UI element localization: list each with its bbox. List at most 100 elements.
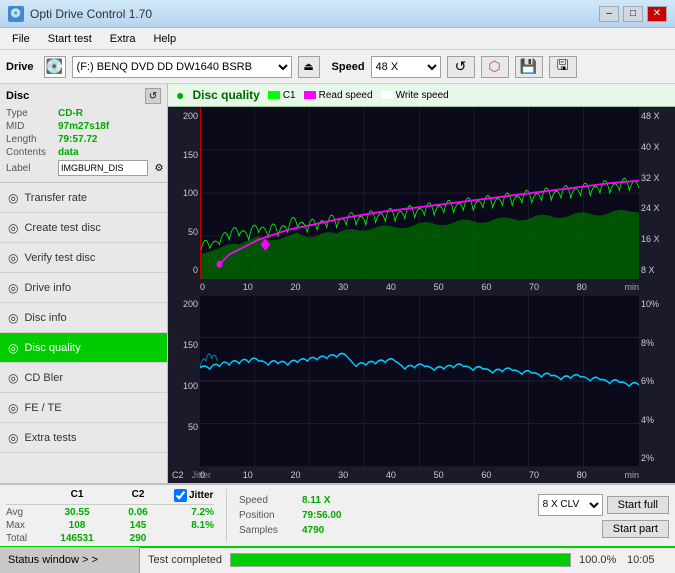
c1-x-axis: 01020304050607080min bbox=[168, 279, 675, 295]
jitter-checkbox[interactable] bbox=[174, 489, 187, 502]
cd-bler-label: CD Bler bbox=[24, 372, 63, 384]
legend-read-speed-color bbox=[304, 91, 316, 99]
sidebar-item-disc-quality[interactable]: ◎ Disc quality bbox=[0, 333, 167, 363]
c1-y-axis: 200 150 100 50 0 bbox=[168, 107, 200, 279]
sidebar-item-fe-te[interactable]: ◎ FE / TE bbox=[0, 393, 167, 423]
title-bar: 💿 Opti Drive Control 1.70 – □ ✕ bbox=[0, 0, 675, 28]
app-icon: 💿 bbox=[8, 6, 24, 22]
create-test-disc-label: Create test disc bbox=[24, 222, 100, 234]
speed-info: Speed 8.11 X Position 79:56.00 Samples 4… bbox=[226, 489, 341, 542]
sidebar-item-create-test-disc[interactable]: ◎ Create test disc bbox=[0, 213, 167, 243]
row-total-jitter bbox=[174, 533, 214, 544]
disc-quality-label: Disc quality bbox=[24, 342, 80, 354]
disc-quality-icon: ◎ bbox=[8, 341, 18, 355]
position-value: 79:56.00 bbox=[302, 510, 341, 521]
erase-button[interactable]: ⬡ bbox=[481, 56, 509, 78]
drive-label: Drive bbox=[6, 61, 34, 73]
status-window-button[interactable]: Status window > > bbox=[0, 547, 140, 573]
row-max-jitter: 8.1% bbox=[174, 520, 214, 531]
main-layout: Disc ↺ Type CD-R MID 97m27s18f Length 79… bbox=[0, 84, 675, 483]
speed-label: Speed bbox=[332, 61, 365, 73]
sidebar-item-cd-bler[interactable]: ◎ CD Bler bbox=[0, 363, 167, 393]
row-max-c1: 108 bbox=[52, 520, 102, 531]
c1-chart-wrapper: 200 150 100 50 0 bbox=[168, 107, 675, 279]
menu-bar: File Start test Extra Help bbox=[0, 28, 675, 50]
sidebar: Disc ↺ Type CD-R MID 97m27s18f Length 79… bbox=[0, 84, 168, 483]
disc-refresh-button[interactable]: ↺ bbox=[145, 88, 161, 104]
row-total-c2: 290 bbox=[118, 533, 158, 544]
position-label: Position bbox=[239, 510, 294, 521]
c2-chart-area bbox=[200, 295, 639, 467]
start-part-button[interactable]: Start part bbox=[602, 520, 669, 538]
c2-y-axis-right: 10% 8% 6% 4% 2% bbox=[639, 295, 675, 467]
disc-label-input[interactable] bbox=[58, 160, 148, 176]
legend-read-speed-label: Read speed bbox=[319, 90, 373, 101]
burn-button[interactable]: 💾 bbox=[515, 56, 543, 78]
start-full-button[interactable]: Start full bbox=[607, 496, 669, 514]
disc-quality-header-icon: ● bbox=[176, 87, 184, 103]
action-area: 8 X CLV16 X CLV24 X CLV32 X CLV Start fu… bbox=[538, 489, 669, 542]
drive-icon: 💽 bbox=[44, 56, 66, 78]
save-button[interactable]: 🖫 bbox=[549, 56, 577, 78]
c2-chart-svg bbox=[200, 295, 639, 467]
speed-label: Speed bbox=[239, 495, 294, 506]
length-value: 79:57.72 bbox=[58, 134, 97, 145]
disc-label-label: Label bbox=[6, 163, 58, 174]
row-total-c1: 146531 bbox=[52, 533, 102, 544]
burn-speed-select[interactable]: 8 X CLV16 X CLV24 X CLV32 X CLV bbox=[538, 494, 603, 516]
c2-x-axis: C2 Jitter 01020304050607080min bbox=[168, 467, 675, 483]
sidebar-item-drive-info[interactable]: ◎ Drive info bbox=[0, 273, 167, 303]
refresh-button[interactable]: ↺ bbox=[447, 56, 475, 78]
sidebar-item-verify-test-disc[interactable]: ◎ Verify test disc bbox=[0, 243, 167, 273]
progress-area: Test completed 100.0% 10:05 bbox=[140, 547, 675, 573]
drive-select[interactable]: (F:) BENQ DVD DD DW1640 BSRB bbox=[72, 56, 292, 78]
c2-chart-wrapper: 200 150 100 50 bbox=[168, 295, 675, 467]
close-button[interactable]: ✕ bbox=[647, 6, 667, 22]
maximize-button[interactable]: □ bbox=[623, 6, 643, 22]
drive-bar: Drive 💽 (F:) BENQ DVD DD DW1640 BSRB ⏏ S… bbox=[0, 50, 675, 84]
c2-y-axis: 200 150 100 50 bbox=[168, 295, 200, 467]
c1-chart-svg bbox=[200, 107, 639, 279]
mid-label: MID bbox=[6, 121, 58, 132]
sidebar-item-transfer-rate[interactable]: ◎ Transfer rate bbox=[0, 183, 167, 213]
row-max-c2: 145 bbox=[118, 520, 158, 531]
type-value: CD-R bbox=[58, 108, 83, 119]
nav-items: ◎ Transfer rate ◎ Create test disc ◎ Ver… bbox=[0, 183, 167, 483]
contents-label: Contents bbox=[6, 147, 58, 158]
legend-write-speed-label: Write speed bbox=[396, 90, 449, 101]
sidebar-item-disc-info[interactable]: ◎ Disc info bbox=[0, 303, 167, 333]
menu-extra[interactable]: Extra bbox=[102, 31, 144, 47]
verify-test-disc-icon: ◎ bbox=[8, 251, 18, 265]
col-c2-header: C2 bbox=[118, 489, 158, 502]
time-display: 10:05 bbox=[627, 554, 667, 566]
disc-quality-header: ● Disc quality C1 Read speed Write speed bbox=[168, 84, 675, 107]
extra-tests-label: Extra tests bbox=[24, 432, 76, 444]
disc-quality-title: Disc quality bbox=[192, 88, 259, 102]
minimize-button[interactable]: – bbox=[599, 6, 619, 22]
stats-columns: C1 C2 Jitter Avg 30.55 0.06 7.2% Max 108… bbox=[6, 489, 214, 542]
legend-read-speed: Read speed bbox=[304, 90, 373, 101]
speed-value: 8.11 X bbox=[302, 495, 330, 506]
c1-x-labels: 01020304050607080min bbox=[200, 279, 639, 295]
bottom-section: C1 C2 Jitter Avg 30.55 0.06 7.2% Max 108… bbox=[0, 483, 675, 546]
extra-tests-icon: ◎ bbox=[8, 431, 18, 445]
eject-button[interactable]: ⏏ bbox=[298, 56, 320, 78]
menu-help[interactable]: Help bbox=[145, 31, 184, 47]
row-avg-jitter: 7.2% bbox=[174, 507, 214, 518]
menu-start-test[interactable]: Start test bbox=[40, 31, 100, 47]
cd-bler-icon: ◎ bbox=[8, 371, 18, 385]
sidebar-item-extra-tests[interactable]: ◎ Extra tests bbox=[0, 423, 167, 453]
status-text: Test completed bbox=[148, 554, 222, 566]
drive-info-label: Drive info bbox=[24, 282, 70, 294]
label-settings-icon[interactable]: ⚙ bbox=[151, 160, 167, 176]
speed-select[interactable]: 48 X 40 X 32 X 24 X 16 X 8 X bbox=[371, 56, 441, 78]
disc-section-title: Disc bbox=[6, 90, 29, 102]
row-avg-label: Avg bbox=[6, 507, 36, 518]
row-total-label: Total bbox=[6, 533, 36, 544]
disc-info-icon: ◎ bbox=[8, 311, 18, 325]
legend-c1-label: C1 bbox=[283, 90, 296, 101]
fe-te-icon: ◎ bbox=[8, 401, 18, 415]
create-test-disc-icon: ◎ bbox=[8, 221, 18, 235]
charts-container: 200 150 100 50 0 bbox=[168, 107, 675, 483]
menu-file[interactable]: File bbox=[4, 31, 38, 47]
